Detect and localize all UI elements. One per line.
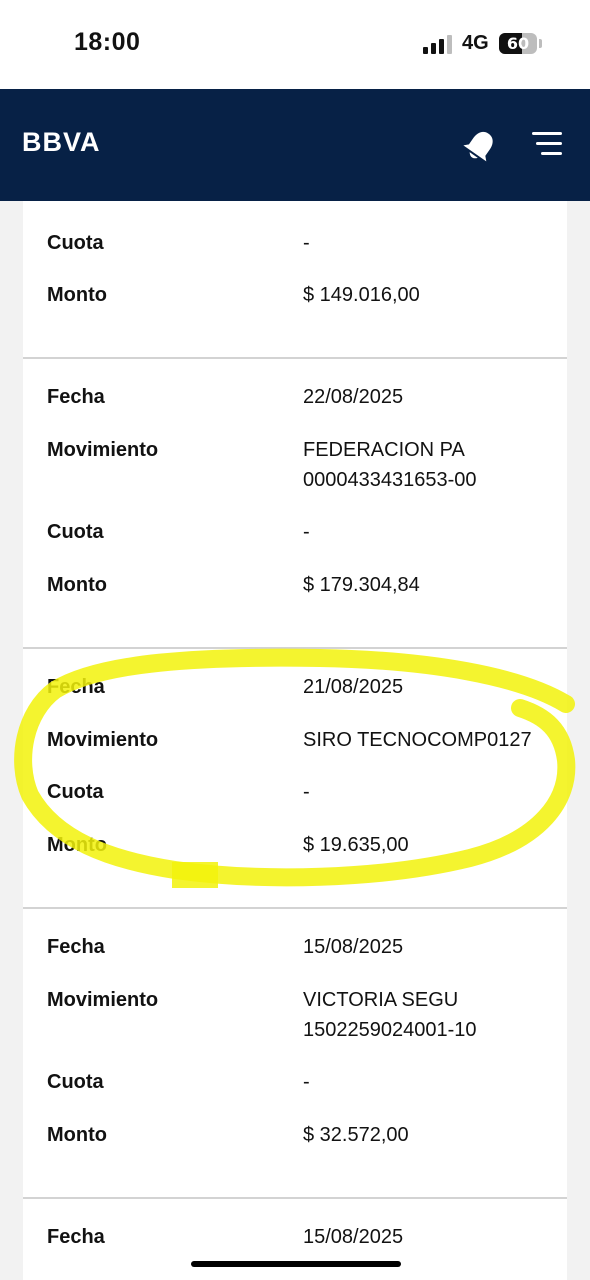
row-value: $ 19.635,00 (303, 834, 409, 856)
menu-button[interactable] (528, 129, 564, 159)
row-value: 15/08/2025 (303, 1226, 404, 1248)
notifications-button[interactable] (460, 127, 500, 165)
row-label: Monto (47, 834, 107, 856)
row-label: Cuota (47, 232, 104, 254)
row-value: SIRO TECNOCOMP0127 (303, 729, 532, 751)
row-value: 15/08/2025 (303, 936, 404, 958)
menu-line (541, 152, 562, 155)
bell-icon (463, 131, 493, 162)
movement-card[interactable]: Fecha 15/08/2025 Movimiento VICTORIA SEG… (23, 909, 567, 1197)
row-label: Monto (47, 1124, 107, 1146)
bbva-logo[interactable]: BBVA (22, 127, 101, 158)
row-label: Movimiento (47, 989, 159, 1011)
signal-strength-icon (423, 34, 453, 54)
row-value: 21/08/2025 (303, 676, 404, 698)
home-indicator[interactable] (191, 1261, 401, 1267)
battery-icon: 60 (499, 33, 537, 54)
row-label: Movimiento (47, 729, 159, 751)
row-value: $ 32.572,00 (303, 1124, 409, 1146)
menu-line (536, 142, 562, 145)
movement-card: Cuota - Monto $ 149.016,00 (23, 201, 567, 357)
row-label: Cuota (47, 781, 104, 803)
row-label: Monto (47, 574, 107, 596)
movement-card-highlighted[interactable]: Fecha 21/08/2025 Movimiento SIRO TECNOCO… (23, 649, 567, 907)
movements-list[interactable]: Cuota - Monto $ 149.016,00 Fecha 22/08/2… (23, 201, 567, 1280)
row-value: $ 179.304,84 (303, 574, 420, 596)
app-header: BBVA (0, 89, 590, 201)
row-label: Movimiento (47, 439, 159, 461)
status-bar: 18:00 4G 60 (0, 0, 590, 89)
row-label: Fecha (47, 386, 105, 408)
row-label: Fecha (47, 676, 105, 698)
battery-tip (539, 39, 542, 48)
row-value: FEDERACION PA 0000433431653-00 (303, 439, 477, 491)
menu-line (532, 132, 562, 135)
network-type: 4G (462, 32, 489, 54)
row-value: $ 149.016,00 (303, 284, 420, 306)
row-value: - (303, 232, 310, 254)
row-label: Fecha (47, 936, 105, 958)
row-value: - (303, 1071, 310, 1093)
row-value: - (303, 781, 310, 803)
battery-level: 60 (506, 34, 530, 53)
movement-card[interactable]: Fecha 15/08/2025 (23, 1199, 567, 1280)
row-value: VICTORIA SEGU 1502259024001-10 (303, 989, 477, 1041)
row-value: 22/08/2025 (303, 386, 404, 408)
row-label: Monto (47, 284, 107, 306)
row-value: - (303, 521, 310, 543)
row-label: Cuota (47, 1071, 104, 1093)
row-label: Fecha (47, 1226, 105, 1248)
row-label: Cuota (47, 521, 104, 543)
movement-card[interactable]: Fecha 22/08/2025 Movimiento FEDERACION P… (23, 359, 567, 647)
status-time: 18:00 (74, 28, 141, 56)
